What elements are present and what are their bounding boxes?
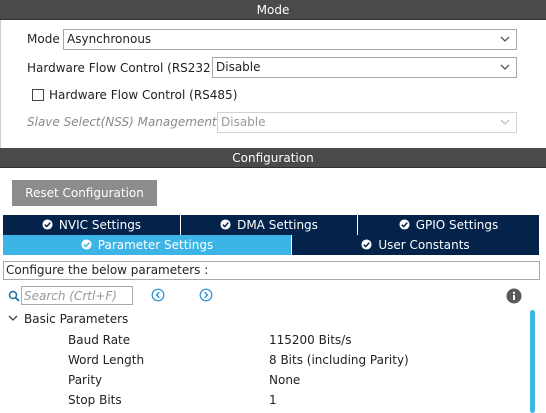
rs232-select[interactable]: Disable: [212, 57, 517, 78]
nss-select-value: Disable: [221, 115, 266, 129]
tab-label: User Constants: [378, 238, 470, 252]
nss-label: Slave Select(NSS) Management: [27, 115, 217, 129]
param-value[interactable]: None: [269, 373, 300, 387]
rs232-select-value: Disable: [216, 60, 261, 74]
param-value[interactable]: 1: [269, 393, 277, 407]
tab-nvic-settings[interactable]: NVIC Settings: [3, 215, 181, 235]
chevron-down-icon: [500, 64, 510, 70]
mode-select[interactable]: Asynchronous: [63, 29, 517, 50]
configuration-panel: Reset Configuration NVIC Settings DMA Se…: [0, 168, 546, 413]
param-value[interactable]: 8 Bits (including Parity): [269, 353, 409, 367]
scrollbar[interactable]: [530, 310, 535, 413]
search-icon: [8, 290, 20, 302]
check-circle-icon: [361, 239, 372, 250]
reset-configuration-button[interactable]: Reset Configuration: [12, 180, 157, 206]
mode-select-value: Asynchronous: [67, 32, 152, 46]
param-value[interactable]: 115200 Bits/s: [269, 333, 351, 347]
tab-label: GPIO Settings: [415, 218, 499, 232]
tab-label: Parameter Settings: [97, 238, 214, 252]
tab-user-constants[interactable]: User Constants: [292, 235, 540, 255]
check-circle-icon: [42, 219, 53, 230]
mode-label: Mode: [27, 32, 60, 46]
rs485-label: Hardware Flow Control (RS485): [49, 88, 238, 102]
chevron-down-icon: [8, 315, 18, 321]
mode-panel: Mode Asynchronous Hardware Flow Control …: [0, 20, 546, 148]
rs485-checkbox[interactable]: [32, 89, 44, 101]
previous-circle-icon[interactable]: [151, 288, 165, 302]
tab-gpio-settings[interactable]: GPIO Settings: [358, 215, 540, 235]
check-circle-icon: [81, 239, 92, 250]
param-name: Baud Rate: [68, 333, 131, 347]
param-name: Stop Bits: [68, 393, 122, 407]
check-circle-icon: [399, 219, 410, 230]
search-input[interactable]: [21, 286, 133, 305]
next-circle-icon[interactable]: [199, 288, 213, 302]
chevron-down-icon: [500, 36, 510, 42]
mode-section-header: Mode: [0, 0, 546, 20]
parameters-description: Configure the below parameters :: [3, 261, 540, 280]
param-name: Word Length: [68, 353, 145, 367]
group-label: Basic Parameters: [24, 312, 129, 326]
configuration-section-header: Configuration: [0, 148, 546, 168]
tab-label: DMA Settings: [237, 218, 318, 232]
tab-label: NVIC Settings: [58, 218, 142, 232]
rs232-label: Hardware Flow Control (RS232): [27, 61, 216, 75]
basic-parameters-group[interactable]: Basic Parameters: [8, 312, 128, 330]
tab-dma-settings[interactable]: DMA Settings: [181, 215, 358, 235]
info-icon[interactable]: [506, 288, 522, 304]
check-circle-icon: [220, 219, 231, 230]
nss-select[interactable]: Disable: [217, 112, 517, 133]
param-name: Parity: [68, 373, 103, 387]
chevron-down-icon: [500, 119, 510, 125]
tab-parameter-settings[interactable]: Parameter Settings: [3, 235, 292, 255]
